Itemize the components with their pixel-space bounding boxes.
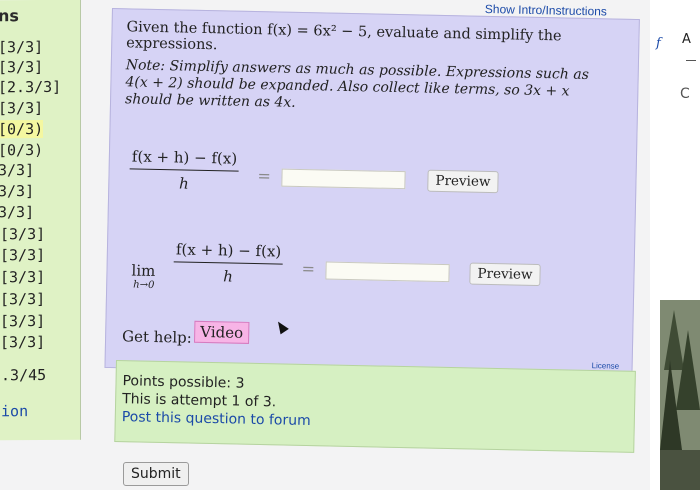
score-item[interactable]: [3/3] [0, 225, 45, 243]
difference-quotient: f(x + h) − f(x) h [129, 147, 240, 193]
question-box: Given the function f(x) = 6x² − 5, evalu… [104, 8, 640, 379]
equals-sign: = [257, 166, 272, 186]
right-f-label: f [656, 36, 661, 51]
submit-button[interactable]: Submit [123, 462, 189, 486]
difference-quotient-denominator: h [178, 174, 190, 193]
attempt-info-box: Points possible: 3 This is attempt 1 of … [114, 360, 636, 453]
score-item[interactable]: [3/3] [0, 246, 45, 264]
score-panel: ns [3/3] [3/3] [2.3/3] [3/3] [0/3) [0/3)… [0, 0, 81, 441]
score-item[interactable]: [3/3] [0, 58, 43, 76]
question-prompt: Given the function f(x) = 6x² − 5, evalu… [126, 19, 562, 54]
score-item[interactable]: 3/3] [0, 182, 34, 200]
background-trees-image [660, 300, 700, 490]
score-item[interactable]: 3/3] [0, 161, 34, 179]
answer-input-1[interactable] [281, 168, 406, 190]
mouse-cursor-icon [273, 318, 289, 335]
score-panel-heading: ns [0, 6, 19, 26]
attempt-count: This is attempt 1 of 3. [122, 391, 277, 411]
preview-button-1[interactable]: Preview [427, 169, 499, 194]
score-item[interactable]: [2.3/3] [0, 78, 61, 96]
score-item[interactable]: [3/3] [0, 38, 43, 56]
limit-operator: lim [131, 261, 156, 280]
question-note: Note: Simplify answers as much as possib… [124, 57, 590, 111]
video-help-button[interactable]: Video [194, 320, 250, 344]
score-item[interactable]: [3/3] [0, 312, 45, 330]
score-item[interactable]: [0/3) [0, 141, 43, 159]
get-help-label: Get help: [121, 327, 192, 347]
score-item[interactable]: [3/3] [0, 99, 43, 117]
score-item[interactable]: [3/3] [0, 333, 45, 351]
points-possible: Points possible: 3 [122, 373, 245, 392]
limit-quotient-numerator: f(x + h) − f(x) [173, 240, 284, 265]
limit-difference-quotient: f(x + h) − f(x) h [173, 240, 284, 286]
score-total: 3.3/45 [0, 365, 47, 385]
answer-input-2[interactable] [325, 261, 450, 283]
limit-subscript: h→0 [133, 279, 155, 291]
score-panel-link[interactable]: sion [0, 402, 28, 420]
difference-quotient-numerator: f(x + h) − f(x) [129, 147, 240, 172]
page-stage: ns [3/3] [3/3] [2.3/3] [3/3] [0/3) [0/3)… [0, 0, 700, 490]
right-c-label: C [680, 86, 690, 102]
right-divider [686, 60, 696, 61]
score-item[interactable]: [3/3] [0, 290, 45, 308]
score-item[interactable]: [3/3] [0, 268, 45, 286]
right-a-label: A [682, 32, 691, 47]
preview-button-2[interactable]: Preview [469, 262, 541, 287]
score-item[interactable]: 3/3] [0, 203, 34, 221]
equals-sign: = [301, 259, 316, 279]
limit-quotient-denominator: h [223, 267, 234, 286]
score-item[interactable]: [0/3) [0, 119, 44, 139]
post-to-forum-link[interactable]: Post this question to forum [122, 409, 311, 429]
